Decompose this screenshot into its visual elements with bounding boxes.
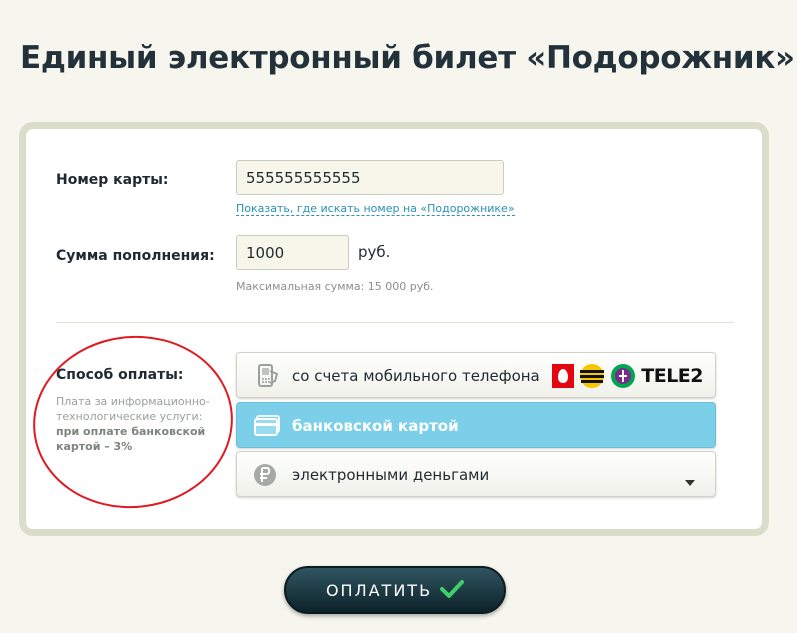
card-number-label: Номер карты:	[56, 172, 169, 188]
payment-option-e-money-label: электронными деньгами	[292, 466, 490, 484]
fee-note-rate: при оплате банковской картой – 3%	[56, 425, 206, 453]
ruble-coin-icon	[253, 462, 279, 492]
max-amount-hint: Максимальная сумма: 15 000 руб.	[236, 280, 434, 293]
payment-option-bank-card-label: банковской картой	[292, 417, 459, 435]
payment-option-e-money[interactable]: электронными деньгами	[236, 451, 716, 497]
form-divider	[56, 322, 734, 323]
check-icon	[440, 579, 465, 601]
fee-note: Плата за информационно-технологические у…	[56, 394, 216, 454]
payment-option-bank-card[interactable]: банковской картой	[236, 402, 716, 448]
mobile-phone-icon	[253, 363, 281, 393]
fee-note-text: Плата за информационно-технологические у…	[56, 395, 210, 423]
carrier-logos: TELE2	[552, 363, 703, 389]
pay-button-label: ОПЛАТИТЬ	[325, 580, 433, 600]
payment-method-label: Способ оплаты:	[56, 367, 184, 383]
amount-label: Сумма пополнения:	[56, 248, 215, 264]
currency-label: руб.	[358, 243, 391, 261]
megafon-logo-icon	[611, 364, 636, 388]
mts-logo-icon	[552, 364, 575, 388]
card-number-help-link[interactable]: Показать, где искать номер на «Подорожни…	[236, 202, 515, 216]
bank-card-icon	[253, 413, 283, 441]
top-up-form-card: Номер карты: Показать, где искать номер …	[19, 122, 769, 536]
payment-option-mobile-label: со счета мобильного телефона	[292, 367, 540, 385]
chevron-down-icon[interactable]	[685, 471, 695, 490]
pay-button[interactable]: ОПЛАТИТЬ	[284, 566, 506, 614]
page-title: Единый электронный билет «Подорожник»	[20, 40, 795, 76]
payment-option-mobile[interactable]: со счета мобильного телефона TELE2	[236, 352, 716, 398]
beeline-logo-icon	[580, 364, 605, 388]
amount-input[interactable]	[236, 235, 349, 270]
card-number-input[interactable]	[236, 160, 504, 195]
tele2-logo: TELE2	[641, 365, 703, 387]
